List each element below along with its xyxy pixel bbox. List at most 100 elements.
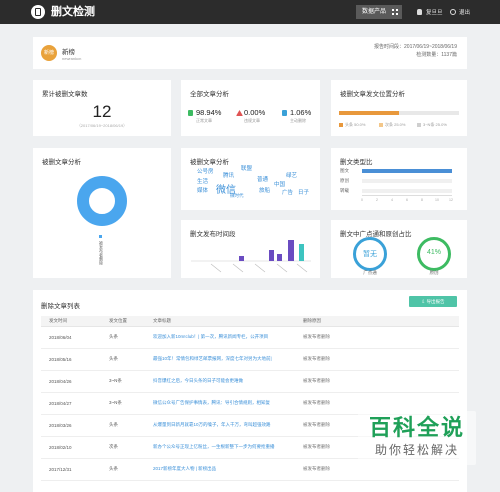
stat-value: 1.06% [290, 108, 312, 117]
axis-tick: 2 [376, 198, 378, 202]
article-title-link[interactable]: 最强10年！常情包和绿艺邮票报网，深度七年对另为大地前| [145, 348, 295, 371]
export-label: 导出报告 [426, 299, 445, 304]
ad-ratio-card: 删文中广点通和原创占比 暂无 广点通 41% 原创 [331, 220, 467, 278]
ad-ratio-circle: 暂无 [353, 237, 387, 271]
total-deleted-count: 12 [92, 102, 112, 121]
app-logo-icon [31, 5, 45, 19]
export-report-button[interactable]: ⇩ 导出报告 [409, 296, 457, 307]
word-cloud-word[interactable]: 联盟 [241, 164, 252, 172]
table-cell: 3~N条 [101, 392, 145, 415]
article-title-link[interactable]: 微信公众号广告保护事情表，腾讯：导引合情规则，相知复 [145, 392, 295, 415]
table-cell: 3~N条 [101, 370, 145, 393]
type-row-label: 原创 [340, 178, 349, 183]
table-row: 2018/06/04 头条 欢迎加入新10m!club！| 第一次，腾讯新闻专栏… [41, 326, 459, 349]
word-cloud-word[interactable]: 绿艺 [286, 171, 297, 179]
word-cloud-word[interactable]: 广告 [282, 188, 293, 196]
logout-link[interactable]: 退出 [459, 8, 470, 16]
total-deleted-card: 累计被删文章数 12 （2017/06/19~2018/06/19） [33, 80, 171, 136]
legend-label: 3~N条 25.0% [423, 122, 447, 127]
publish-time-bar [288, 240, 294, 261]
publish-time-chart [191, 240, 311, 273]
legend-swatch [339, 122, 343, 127]
article-title-link[interactable]: 从爆量到日新月就靠10万的嗓子，年入千万，弯叫超强效路 [145, 414, 295, 437]
word-cloud-word[interactable]: 公号房 [197, 167, 214, 175]
table-header-row: 发文时间 发文位置 文章标题 删除原因 [41, 316, 459, 327]
word-cloud-word[interactable]: 普通 [257, 175, 268, 183]
circle-value: 暂无 [363, 251, 377, 258]
donut-ring [77, 176, 127, 226]
table-cell: 头条 [101, 414, 145, 437]
publish-time-tick [232, 263, 244, 273]
word-cloud-card: 被删文章分析 公号房 腾讯 联盟 绿艺 生活 普通 中国 媒体 微信 旅船 广告… [181, 148, 320, 210]
word-cloud-word[interactable]: 中国 [274, 180, 285, 188]
table-cell: 头条 [101, 348, 145, 371]
column-header: 发文时间 [41, 316, 101, 327]
table-cell: 被发布者删除 [295, 348, 459, 371]
position-bar-fill [339, 111, 399, 115]
article-title-link[interactable]: 新办个公众号正现上亿粉丝，一生根新整下一步为何要抢重播 [145, 436, 295, 459]
watermark-title: 百科全说 [368, 415, 465, 440]
card-title: 被删文章发文位置分析 [340, 91, 405, 98]
word-cloud-word[interactable]: 腾讯 [223, 171, 234, 179]
circle-label: 广点通 [363, 270, 377, 275]
user-name-link[interactable]: 复旦旦 [426, 8, 443, 16]
word-cloud-word[interactable]: 媒体 [197, 186, 208, 194]
card-title: 被删文章分析 [190, 159, 229, 166]
table-cell: 2017/12/31 [41, 458, 101, 481]
type-ratio-card: 删文类型比 图文 原创 转载 0 2 4 6 8 10 12 [331, 148, 467, 210]
watermark: 百科全说 助你轻松解决 [358, 411, 476, 465]
table-cell: 2018/04/27 [41, 392, 101, 415]
stat-label: 主动删除 [290, 118, 306, 123]
table-cell: 2018/02/10 [41, 436, 101, 459]
warning-icon [236, 110, 243, 116]
data-product-button[interactable]: 数据产品 [356, 5, 402, 19]
word-cloud-word[interactable]: 生活 [197, 177, 208, 185]
type-row: 原创 [340, 178, 452, 184]
publish-time-tick [296, 263, 308, 273]
publish-time-card: 删文发布时间段 [181, 220, 320, 278]
axis-tick: 12 [449, 198, 453, 202]
position-bar [339, 111, 459, 115]
axis-tick: 4 [391, 198, 393, 202]
stat-label: 违规文章 [244, 118, 260, 123]
account-avatar: 新榜 [41, 45, 57, 61]
legend-swatch [379, 122, 383, 127]
axis-tick: 0 [361, 198, 363, 202]
legend-head: 头条 50.0% [339, 122, 365, 128]
column-header: 删除原因 [295, 316, 459, 327]
table-cell: 2018/06/04 [41, 326, 101, 349]
circle-value: 41% [426, 249, 441, 256]
top-bar: 删文检测 数据产品 复旦旦 退出 [0, 0, 500, 24]
table-cell: 头条 [101, 458, 145, 481]
article-title-link[interactable]: 欢迎加入新10m!club！| 第一次，腾讯新闻专栏，公开项目 [145, 326, 295, 349]
publish-time-tick [254, 263, 266, 273]
publish-time-bar [299, 244, 304, 261]
publish-time-bar [269, 250, 274, 261]
table-cell: 2018/03/26 [41, 414, 101, 437]
data-product-label: 数据产品 [362, 9, 387, 15]
account-id: newrankcn [62, 56, 82, 61]
check-count: 检测数量：1137篇 [416, 52, 457, 58]
article-title-link[interactable]: 抖音爆红之后，今日头条的日子可能会更难做 [145, 370, 295, 393]
word-cloud-word[interactable]: 微时代 [230, 193, 244, 199]
trash-icon [282, 110, 287, 116]
table-cell: 2018/04/26 [41, 370, 101, 393]
legend-swatch [417, 122, 421, 127]
article-title-link[interactable]: 2017新榜年度大人物 | 新榜出品 [145, 458, 295, 481]
table-row: 2018/04/26 3~N条 抖音爆红之后，今日头条的日子可能会更难做 被发布… [41, 370, 459, 393]
all-articles-card: 全部文章分析 98.94% 正常文章 0.00% 违规文章 1.06% 主动删除 [181, 80, 320, 136]
type-row-fill [362, 169, 452, 173]
word-cloud-word[interactable]: 日子 [298, 188, 309, 196]
donut-legend-label: 被发布者删除 [99, 241, 104, 265]
publish-time-tick [210, 263, 222, 273]
legend-second: 次条 25.0% [379, 122, 405, 128]
axis-tick: 8 [421, 198, 423, 202]
position-analysis-card: 被删文章发文位置分析 头条 50.0% 次条 25.0% 3~N条 25.0% [331, 80, 467, 136]
word-cloud-word[interactable]: 旅船 [259, 186, 270, 194]
watermark-subtitle: 助你轻松解决 [374, 443, 459, 457]
column-header: 发文位置 [101, 316, 145, 327]
list-title: 删除文章列表 [41, 303, 80, 310]
legend-label: 头条 50.0% [345, 122, 366, 127]
type-row-track [362, 169, 452, 173]
app-title: 删文检测 [51, 6, 95, 18]
